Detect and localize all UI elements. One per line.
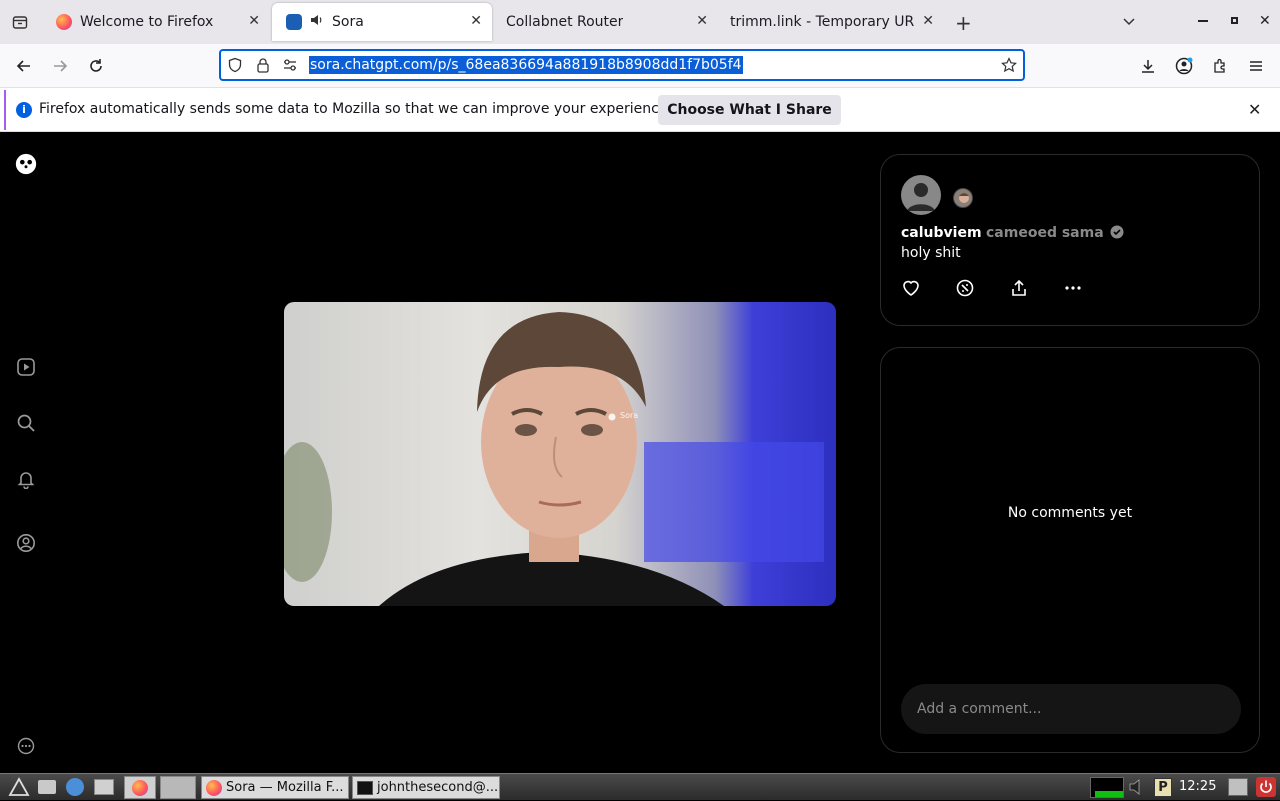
sora-logo-icon[interactable]: [14, 152, 38, 176]
taskbar-blank-launcher[interactable]: [160, 776, 196, 799]
bookmark-star-icon[interactable]: [1001, 57, 1017, 77]
firefox-icon: [56, 14, 72, 30]
video-frame: [284, 312, 824, 606]
new-tab-icon[interactable]: +: [955, 11, 972, 35]
account-icon[interactable]: [1170, 52, 1198, 80]
sora-favicon-icon: [286, 14, 302, 30]
profile-icon[interactable]: [14, 531, 38, 555]
share-icon[interactable]: [1008, 277, 1030, 299]
task-label: Sora — Mozilla F...: [226, 780, 344, 795]
menu-icon[interactable]: [1242, 52, 1270, 80]
close-icon[interactable]: ✕: [248, 13, 260, 29]
clipboard-icon[interactable]: P: [1154, 778, 1172, 797]
cameo-text: cameoed sama: [986, 225, 1104, 241]
url-text[interactable]: sora.chatgpt.com/p/s_68ea836694a881918b8…: [309, 56, 743, 74]
taskbar-firefox-launcher[interactable]: [124, 776, 156, 799]
more-options-icon[interactable]: [14, 734, 38, 758]
close-icon[interactable]: ✕: [922, 13, 934, 29]
show-desktop-icon[interactable]: [38, 780, 56, 794]
reload-icon[interactable]: [82, 52, 110, 80]
info-icon: i: [16, 102, 32, 118]
notification-close-icon[interactable]: ✕: [1248, 100, 1261, 119]
bell-icon[interactable]: [14, 467, 38, 491]
extensions-icon[interactable]: [1206, 52, 1234, 80]
shield-icon[interactable]: [227, 57, 243, 77]
post-caption: holy shit: [901, 245, 961, 261]
comments-panel: No comments yet: [880, 347, 1260, 753]
cpu-monitor-graph: [1090, 777, 1124, 798]
task-label: johnthesecond@...: [377, 780, 499, 795]
verified-icon: [1110, 225, 1124, 243]
cameo-avatar[interactable]: [953, 188, 973, 208]
video-feed-icon[interactable]: [14, 355, 38, 379]
chevron-down-icon[interactable]: [1122, 13, 1136, 32]
notification-text: Firefox automatically sends some data to…: [39, 101, 672, 117]
url-bar[interactable]: sora.chatgpt.com/p/s_68ea836694a881918b8…: [219, 49, 1025, 81]
forward-icon[interactable]: [46, 52, 74, 80]
remix-icon[interactable]: [954, 277, 976, 299]
terminal-icon: [357, 780, 373, 795]
search-icon[interactable]: [14, 411, 38, 435]
tab-label: Collabnet Router: [506, 14, 624, 30]
comment-input[interactable]: [901, 684, 1241, 734]
network-globe-icon[interactable]: [66, 778, 84, 796]
tab-collabnet[interactable]: Collabnet Router ✕: [492, 0, 718, 44]
close-icon[interactable]: ✕: [696, 13, 708, 29]
tab-strip: Welcome to Firefox ✕ Sora ✕ Collabnet Ro…: [0, 0, 1280, 44]
notification-accent: [4, 90, 6, 130]
clock: 12:25: [1179, 779, 1217, 794]
minimize-icon[interactable]: [1198, 20, 1208, 22]
window-close-icon[interactable]: ✕: [1259, 13, 1271, 29]
tab-overview-icon[interactable]: [8, 10, 32, 34]
navigation-toolbar: sora.chatgpt.com/p/s_68ea836694a881918b8…: [0, 44, 1280, 88]
video-watermark: Sora: [620, 411, 639, 420]
lock-icon[interactable]: [255, 57, 271, 77]
volume-icon[interactable]: [1128, 779, 1152, 799]
sora-page: Sora calubviem cameoed sama holy shit No…: [0, 133, 1280, 773]
display-icon[interactable]: [1228, 778, 1248, 796]
taskbar: Sora — Mozilla F... johnthesecond@... P …: [0, 773, 1280, 800]
tab-label: Welcome to Firefox: [80, 14, 214, 30]
tab-label: Sora: [332, 14, 364, 30]
file-manager-icon[interactable]: [94, 779, 114, 795]
video-player[interactable]: Sora: [284, 302, 836, 606]
back-icon[interactable]: [10, 52, 38, 80]
tab-sora[interactable]: Sora ✕: [272, 3, 492, 41]
author-name[interactable]: calubviem: [901, 225, 982, 241]
firefox-icon: [206, 779, 222, 796]
post-card: calubviem cameoed sama holy shit: [880, 154, 1260, 326]
download-icon[interactable]: [1134, 52, 1162, 80]
taskbar-task-terminal[interactable]: johnthesecond@...: [352, 776, 500, 799]
like-heart-icon[interactable]: [900, 277, 922, 299]
close-icon[interactable]: ✕: [470, 13, 482, 29]
tab-trimm[interactable]: trimm.link - Temporary URL ✕: [716, 0, 944, 44]
start-menu-icon[interactable]: [8, 777, 30, 801]
permissions-icon[interactable]: [282, 57, 298, 77]
tab-label: trimm.link - Temporary URL: [730, 14, 915, 30]
maximize-icon[interactable]: [1231, 17, 1238, 24]
firefox-icon: [132, 779, 148, 796]
choose-what-i-share-button[interactable]: Choose What I Share: [658, 95, 841, 125]
no-comments-text: No comments yet: [1007, 505, 1133, 521]
author-avatar[interactable]: [901, 175, 941, 215]
power-icon[interactable]: [1256, 777, 1276, 797]
taskbar-task-firefox[interactable]: Sora — Mozilla F...: [201, 776, 349, 799]
notification-bar: i Firefox automatically sends some data …: [0, 88, 1280, 132]
author-line: calubviem cameoed sama: [901, 225, 1124, 243]
speaker-icon[interactable]: [310, 13, 324, 31]
tab-welcome[interactable]: Welcome to Firefox ✕: [42, 0, 270, 44]
more-horizontal-icon[interactable]: [1062, 277, 1084, 299]
